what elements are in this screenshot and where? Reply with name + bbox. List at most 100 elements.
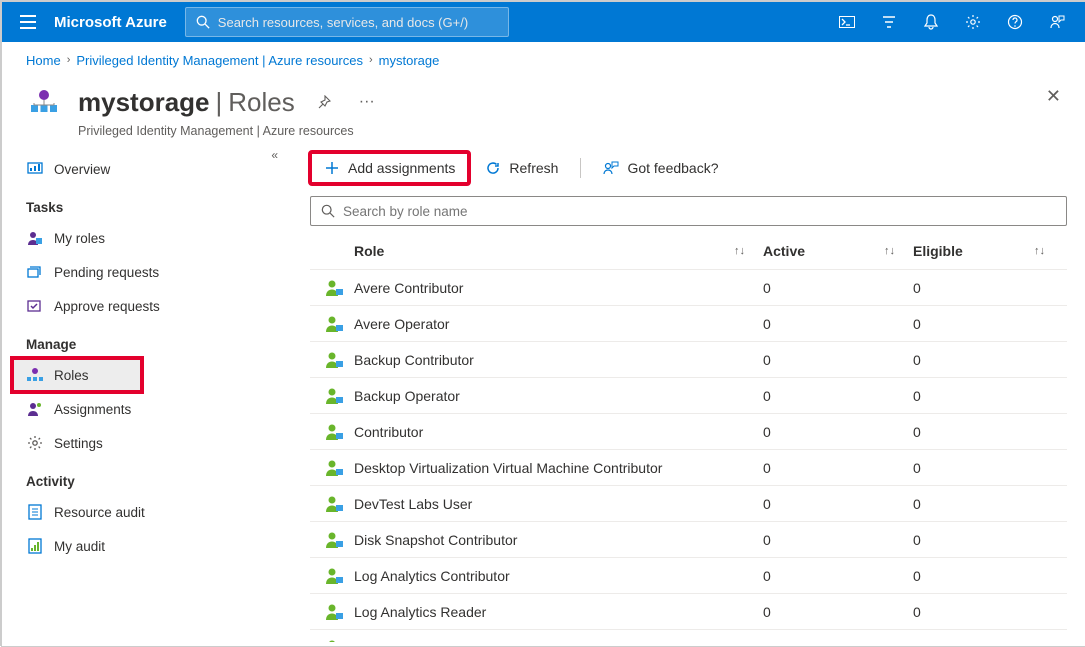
cell-role: DevTest Labs User <box>354 496 763 512</box>
sidebar-item-label: Overview <box>54 162 110 177</box>
collapse-sidebar-button[interactable]: « <box>271 148 278 162</box>
sidebar-item-label: Pending requests <box>54 265 159 280</box>
table-row[interactable]: Disk Snapshot Contributor00 <box>310 522 1067 558</box>
sort-icon: ↑↓ <box>1034 245 1063 257</box>
cell-eligible: 0 <box>913 532 1063 548</box>
table-row[interactable]: Backup Operator00 <box>310 378 1067 414</box>
refresh-icon <box>485 160 501 176</box>
sidebar-item-pending[interactable]: Pending requests <box>2 255 292 289</box>
sidebar-item-label: Approve requests <box>54 299 160 314</box>
sidebar-item-label: My audit <box>54 539 105 554</box>
global-search[interactable]: Search resources, services, and docs (G+… <box>185 7 509 37</box>
role-search[interactable] <box>310 196 1067 226</box>
sidebar-section-label: Tasks <box>2 186 292 221</box>
main-content: Add assignments Refresh Got feedback? <box>292 146 1085 642</box>
page-title-sep: | <box>216 87 223 118</box>
brand-label[interactable]: Microsoft Azure <box>54 14 177 31</box>
cell-active: 0 <box>763 280 913 296</box>
directory-button[interactable] <box>869 2 909 42</box>
resaudit-icon <box>26 503 44 521</box>
sidebar-item-myroles[interactable]: My roles <box>2 221 292 255</box>
cell-active: 0 <box>763 604 913 620</box>
sidebar: « Overview TasksMy roles Pending requests… <box>2 146 292 642</box>
notifications-button[interactable] <box>911 2 951 42</box>
col-label: Role <box>354 243 384 259</box>
cloud-shell-button[interactable] <box>827 2 867 42</box>
cell-active: 0 <box>763 424 913 440</box>
cell-eligible: 0 <box>913 388 1063 404</box>
table-row[interactable]: DevTest Labs User00 <box>310 486 1067 522</box>
table-row[interactable]: Log Analytics Reader00 <box>310 594 1067 630</box>
page-title-main: mystorage <box>78 87 210 118</box>
table-row[interactable]: Log Analytics Contributor00 <box>310 558 1067 594</box>
settings-button[interactable] <box>953 2 993 42</box>
sort-icon: ↑↓ <box>734 245 763 257</box>
cell-role: Backup Contributor <box>354 352 763 368</box>
cell-eligible: 0 <box>913 604 1063 620</box>
sidebar-item-overview[interactable]: Overview <box>2 152 292 186</box>
pin-button[interactable] <box>311 95 337 109</box>
cell-active: 0 <box>763 568 913 584</box>
sidebar-item-label: Assignments <box>54 402 131 417</box>
table-row[interactable]: Avere Operator00 <box>310 306 1067 342</box>
close-button[interactable]: ✕ <box>1046 86 1061 107</box>
person-feedback-icon <box>1049 14 1065 30</box>
role-icon <box>314 567 354 585</box>
filter-icon <box>881 14 897 30</box>
col-active[interactable]: Active ↑↓ <box>763 243 913 259</box>
table-row[interactable]: Logic App Contributor00 <box>310 630 1067 642</box>
table-row[interactable]: Avere Contributor00 <box>310 270 1067 306</box>
sidebar-item-myaudit[interactable]: My audit <box>2 529 292 563</box>
breadcrumb-home[interactable]: Home <box>26 53 61 68</box>
cell-eligible: 0 <box>913 496 1063 512</box>
col-eligible[interactable]: Eligible ↑↓ <box>913 243 1063 259</box>
feedback-icon <box>603 160 619 176</box>
table-row[interactable]: Backup Contributor00 <box>310 342 1067 378</box>
approve-icon <box>26 297 44 315</box>
col-label: Active <box>763 243 805 259</box>
cell-role: Log Analytics Reader <box>354 604 763 620</box>
more-button[interactable]: ··· <box>353 93 381 111</box>
settings-icon <box>26 434 44 452</box>
refresh-button[interactable]: Refresh <box>473 154 570 182</box>
search-icon <box>321 204 335 218</box>
sidebar-item-settings[interactable]: Settings <box>2 426 292 460</box>
cell-eligible: 0 <box>913 568 1063 584</box>
overview-icon <box>26 160 44 178</box>
sidebar-item-approve[interactable]: Approve requests <box>2 289 292 323</box>
role-icon <box>314 351 354 369</box>
roles-icon <box>26 366 44 384</box>
sidebar-section-label: Manage <box>2 323 292 358</box>
breadcrumb-resource[interactable]: mystorage <box>379 53 440 68</box>
table-row[interactable]: Desktop Virtualization Virtual Machine C… <box>310 450 1067 486</box>
cell-role: Logic App Contributor <box>354 640 763 643</box>
role-icon <box>314 423 354 441</box>
cell-eligible: 0 <box>913 460 1063 476</box>
hamburger-icon <box>20 15 36 29</box>
cell-active: 0 <box>763 460 913 476</box>
cell-active: 0 <box>763 532 913 548</box>
role-search-input[interactable] <box>343 204 1056 219</box>
sidebar-item-resaudit[interactable]: Resource audit <box>2 495 292 529</box>
col-label: Eligible <box>913 243 963 259</box>
search-icon <box>196 15 210 29</box>
add-assignments-button[interactable]: Add assignments <box>310 152 469 184</box>
cell-role: Log Analytics Contributor <box>354 568 763 584</box>
cell-active: 0 <box>763 352 913 368</box>
sidebar-item-label: Resource audit <box>54 505 145 520</box>
help-button[interactable] <box>995 2 1035 42</box>
feedback-button-top[interactable] <box>1037 2 1077 42</box>
sidebar-item-roles[interactable]: Roles <box>12 358 142 392</box>
table-row[interactable]: Contributor00 <box>310 414 1067 450</box>
col-role[interactable]: Role ↑↓ <box>354 243 763 259</box>
sort-icon: ↑↓ <box>884 245 913 257</box>
chevron-right-icon: › <box>369 54 373 66</box>
cell-role: Desktop Virtualization Virtual Machine C… <box>354 460 763 476</box>
cell-active: 0 <box>763 640 913 643</box>
breadcrumb-pim[interactable]: Privileged Identity Management | Azure r… <box>76 53 363 68</box>
cmd-label: Refresh <box>509 160 558 176</box>
topbar: Microsoft Azure Search resources, servic… <box>2 2 1085 42</box>
sidebar-item-assignments[interactable]: Assignments <box>2 392 292 426</box>
got-feedback-button[interactable]: Got feedback? <box>591 154 730 182</box>
hamburger-menu-button[interactable] <box>10 15 46 29</box>
